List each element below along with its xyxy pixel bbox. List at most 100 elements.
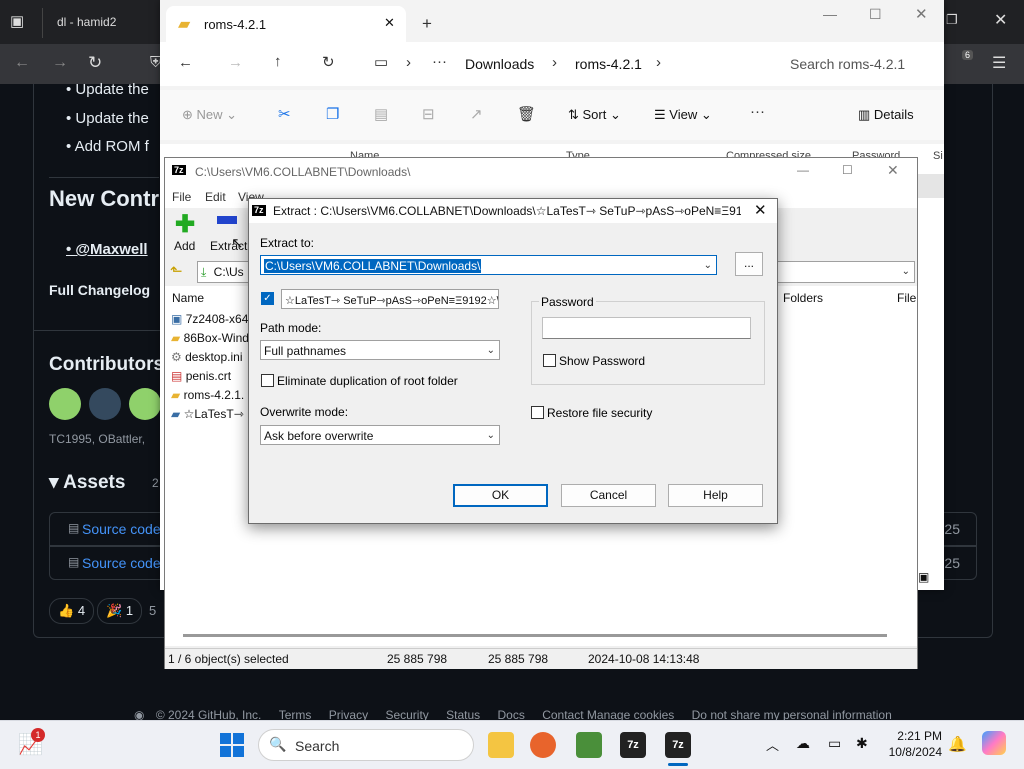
close-icon[interactable]: ✕ (915, 5, 928, 23)
file-row-selected[interactable]: ▰ ☆LaTesT⇾ (171, 405, 244, 424)
close-icon[interactable]: ✕ (754, 199, 767, 223)
file-row[interactable]: ▰ roms-4.2.1. (171, 386, 244, 405)
file-explorer-icon[interactable] (488, 732, 514, 758)
network-icon[interactable]: ☁ (796, 735, 810, 752)
forward-icon[interactable]: → (228, 54, 243, 71)
subfolder-input[interactable]: ☆LaTesT⇾ SeTuP⇾pAsS⇾oPeN≡Ξ9192☆\ (281, 289, 499, 309)
more-icon[interactable]: ··· (432, 53, 447, 70)
refresh-icon[interactable]: ↻ (322, 53, 335, 71)
menu-file[interactable]: File (172, 190, 191, 204)
copilot-icon[interactable] (982, 731, 1006, 755)
minimize-icon[interactable]: — (823, 6, 837, 22)
column-size[interactable]: Si (933, 150, 943, 162)
paste-icon[interactable]: ▤ (374, 105, 388, 123)
asset-link[interactable]: Source code (82, 555, 161, 571)
bluetooth-icon[interactable]: ✱ (856, 735, 868, 752)
password-input[interactable] (542, 317, 751, 339)
firefox-icon[interactable] (530, 732, 556, 758)
menu-edit[interactable]: Edit (205, 190, 226, 204)
assets-count: 2 (152, 476, 159, 490)
reaction-thumbs-up[interactable]: 👍 4 (49, 598, 95, 624)
browser-tab[interactable]: dl - hamid2 (42, 8, 161, 38)
notification-bell-icon[interactable]: 🔔 (948, 735, 967, 753)
close-icon[interactable]: ✕ (887, 162, 899, 179)
breadcrumb-roms[interactable]: roms-4.2.1 (575, 56, 642, 72)
path-mode-select[interactable]: Full pathnames ⌄ (260, 340, 500, 360)
clock[interactable]: 2:21 PM 10/8/2024 (886, 729, 942, 759)
restore-security-checkbox[interactable] (531, 406, 544, 419)
horizontal-scrollbar[interactable] (183, 634, 887, 637)
rename-icon[interactable]: ⊟ (422, 105, 435, 123)
up-icon[interactable]: ↑ (274, 53, 282, 70)
contributor-avatar[interactable] (89, 388, 121, 420)
copy-icon[interactable]: ❐ (326, 105, 339, 123)
add-icon[interactable]: ✚ (175, 210, 195, 239)
fm-column-folders[interactable]: Folders (783, 291, 823, 305)
more-options-icon[interactable]: ··· (750, 103, 765, 120)
close-window-button[interactable]: ✕ (994, 10, 1007, 30)
forward-icon[interactable]: → (52, 54, 68, 72)
ok-button[interactable]: OK (453, 484, 548, 507)
file-row[interactable]: ▣ 7z2408-x64. (171, 310, 252, 329)
this-pc-icon[interactable]: ▭ (374, 53, 388, 71)
reaction-tada[interactable]: 🎉 1 (97, 598, 143, 624)
cut-icon[interactable]: ✂ (278, 105, 291, 123)
asset-link[interactable]: Source code (82, 521, 161, 537)
start-icon[interactable] (220, 733, 244, 757)
file-row[interactable]: ⚙ desktop.ini (171, 348, 242, 367)
add-button-label[interactable]: Add (174, 239, 195, 253)
search-box[interactable]: Search roms-4.2.1 (790, 56, 905, 72)
cancel-button[interactable]: Cancel (561, 484, 656, 507)
subfolder-checkbox[interactable]: ✓ (261, 292, 274, 305)
assets-heading[interactable]: ▾ Assets (49, 471, 125, 494)
overwrite-mode-select[interactable]: Ask before overwrite ⌄ (260, 425, 500, 445)
maximize-icon[interactable]: ☐ (842, 163, 853, 177)
eliminate-duplication-checkbox[interactable] (261, 374, 274, 387)
7zip-icon[interactable]: 7z (620, 732, 646, 758)
fm-column-files[interactable]: File (897, 291, 916, 305)
file-row[interactable]: ▰ 86Box-Wind (171, 329, 249, 348)
share-icon[interactable]: ↗ (470, 105, 483, 123)
eliminate-duplication-label[interactable]: Eliminate duplication of root folder (277, 374, 458, 388)
contributors-names: TC1995, OBattler, (49, 432, 146, 446)
browse-button[interactable]: ... (735, 252, 763, 276)
view-toggle-icon[interactable]: ▣ (918, 570, 929, 584)
maximize-icon[interactable]: ☐ (869, 6, 882, 23)
help-button[interactable]: Help (668, 484, 763, 507)
breadcrumb-downloads[interactable]: Downloads (465, 56, 534, 72)
sort-button[interactable]: ⇅ Sort ⌄ (568, 107, 621, 123)
back-icon[interactable]: ← (14, 54, 30, 72)
new-tab-icon[interactable]: + (422, 14, 432, 34)
contributor-avatar[interactable] (49, 388, 81, 420)
new-button[interactable]: ⊕ New ⌄ (182, 107, 237, 123)
restore-window-button[interactable]: ❐ (946, 12, 958, 28)
fm-column-name[interactable]: Name (172, 291, 204, 305)
reload-icon[interactable]: ↻ (88, 53, 102, 73)
file-row[interactable]: ▤ penis.crt (171, 367, 231, 386)
tab-list-icon[interactable]: ▣ (10, 12, 30, 32)
menu-icon[interactable]: ☰ (992, 53, 1006, 73)
taskbar-search[interactable]: 🔍 Search (258, 729, 474, 761)
extract-to-value[interactable]: C:\Users\VM6.COLLABNET\Downloads\ (264, 259, 482, 273)
extract-to-combo[interactable]: C:\Users\VM6.COLLABNET\Downloads\ ⌄ (260, 255, 717, 275)
folder-up-icon[interactable]: ⬑ (170, 262, 183, 280)
details-button[interactable]: ▥ Details (858, 107, 914, 123)
view-button[interactable]: ☰ View ⌄ (654, 107, 712, 123)
7zip-active-icon[interactable]: 7z (665, 732, 691, 758)
archive-app-icon[interactable] (576, 732, 602, 758)
contributor-avatar[interactable] (129, 388, 161, 420)
delete-icon[interactable]: 🗑 (517, 105, 536, 123)
chevron-up-icon[interactable]: ︿ (766, 735, 779, 754)
contributor-mention[interactable]: • @Maxwell (66, 241, 148, 258)
restore-security-label[interactable]: Restore file security (547, 406, 652, 420)
zip-icon: ▤ (68, 521, 80, 535)
close-tab-icon[interactable]: ✕ (384, 15, 395, 31)
show-password-label[interactable]: Show Password (559, 354, 645, 368)
status-modified: 2024-10-08 14:13:48 (588, 652, 700, 666)
display-icon[interactable]: ▭ (828, 735, 841, 752)
show-password-checkbox[interactable] (543, 354, 556, 367)
explorer-tab[interactable]: ▰ roms-4.2.1 ✕ (166, 6, 406, 42)
minimize-icon[interactable]: — (797, 163, 809, 177)
back-icon[interactable]: ← (178, 54, 193, 71)
extract-icon[interactable] (217, 216, 237, 224)
